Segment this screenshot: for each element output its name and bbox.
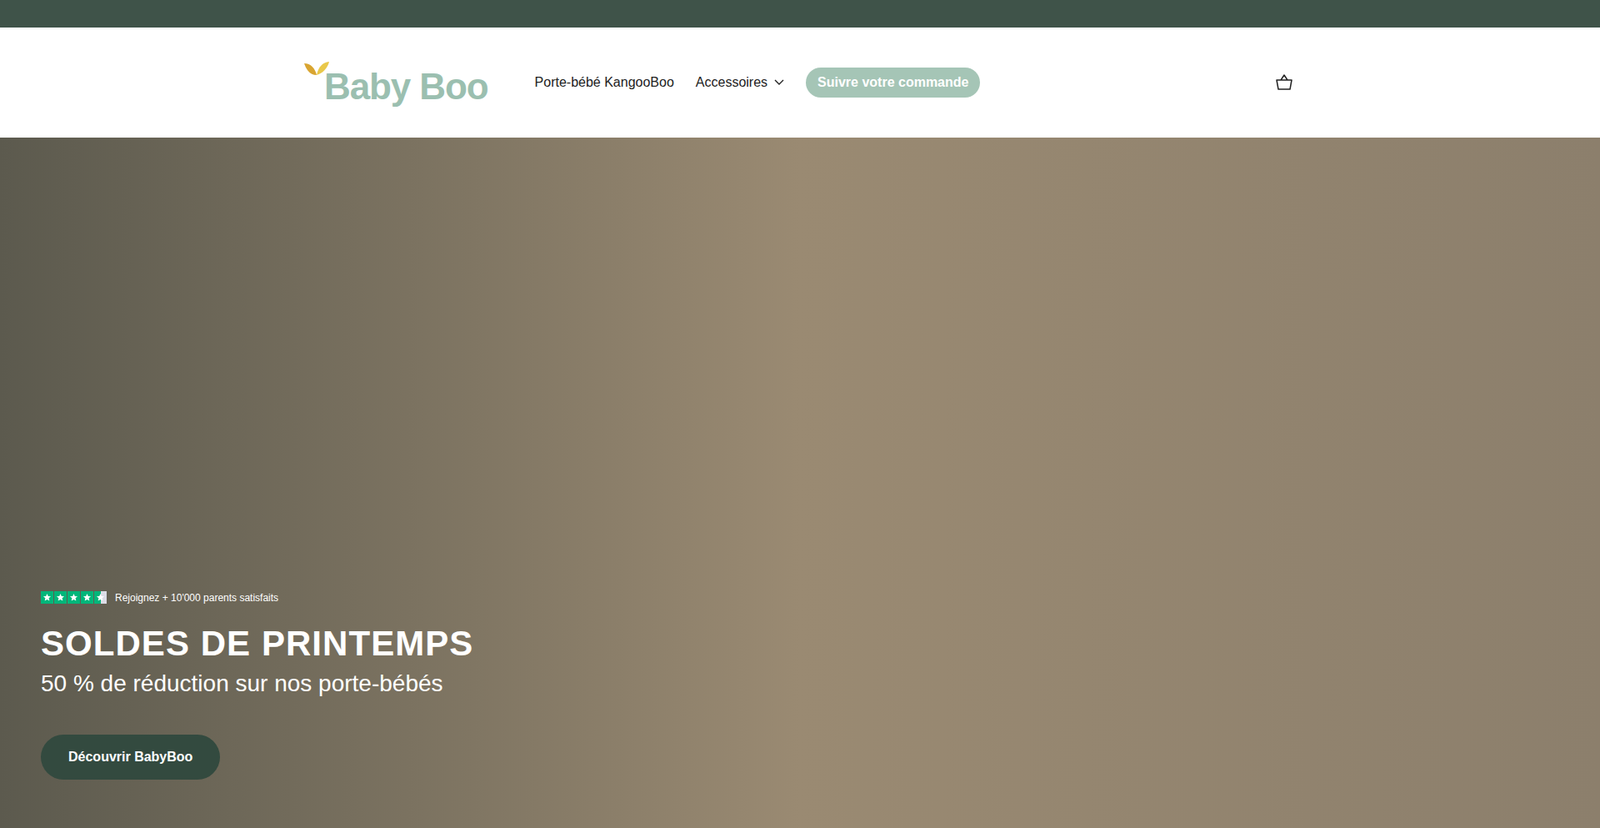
nav-link[interactable]: Porte-bébé KangooBoo (535, 72, 675, 93)
cta-button[interactable]: Découvrir BabyBoo (40, 734, 220, 780)
star-icon (80, 590, 94, 604)
cart-icon[interactable] (1274, 72, 1295, 93)
rating-star (80, 590, 94, 604)
chevron-down-icon (774, 79, 785, 86)
rating: Rejoignez + 10'000 parents satisfaits (40, 590, 1600, 605)
leaf-icon (304, 60, 330, 77)
nav-dropdown[interactable]: Accessoires (695, 72, 785, 93)
hero: Rejoignez + 10'000 parents satisfaits SOL… (0, 137, 1600, 828)
site-header: Baby Boo Porte-bébé KangooBoo Accessoires S… (0, 27, 1600, 138)
rating-star (94, 590, 107, 604)
rating-star (40, 590, 54, 604)
star-icon (94, 590, 107, 604)
hero-title: SOLDES DE PRINTEMPS (40, 621, 1600, 666)
page: Baby Boo Porte-bébé KangooBoo Accessoires S… (0, 0, 1600, 828)
star-icon (54, 590, 67, 604)
hero-subtitle: 50 % de réduction sur nos porte-bébés (40, 668, 1600, 698)
star-icon (40, 590, 54, 604)
main-nav: Porte-bébé KangooBoo Accessoires Suivre vo… (535, 67, 981, 98)
rating-star (67, 590, 80, 604)
star-icon (67, 590, 80, 604)
logo[interactable]: Baby Boo (304, 60, 489, 105)
announcement-bar (0, 0, 1600, 28)
rating-star (54, 590, 67, 604)
track-order-button[interactable]: Suivre votre commande (805, 67, 980, 98)
